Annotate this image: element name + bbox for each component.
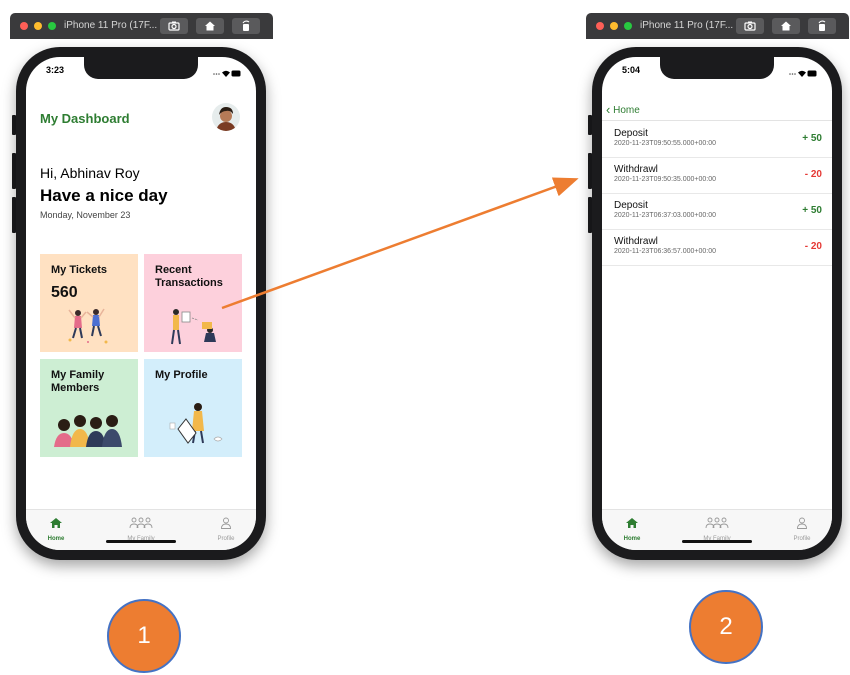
flow-arrow [221, 177, 579, 310]
step-1-badge: 1 [107, 599, 181, 673]
step-2-badge: 2 [689, 590, 763, 664]
